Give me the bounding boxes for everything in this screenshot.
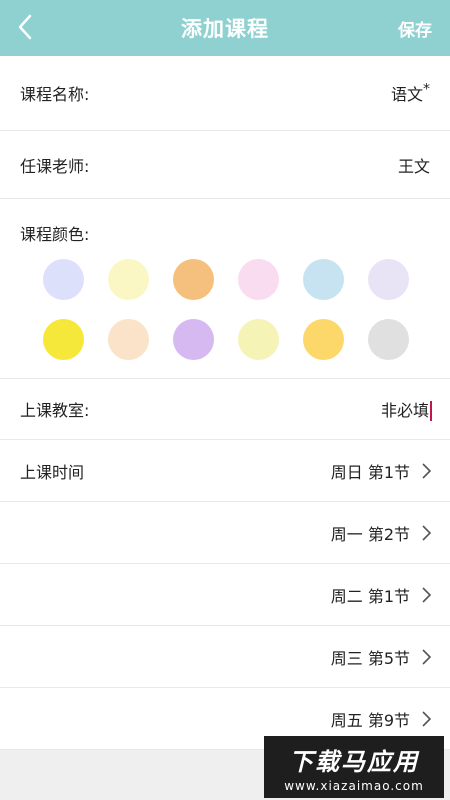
time-entry-text: 周二 第1节	[331, 583, 410, 607]
color-swatch[interactable]	[173, 319, 214, 360]
classroom-row[interactable]: 上课教室: 非必填	[0, 379, 450, 440]
time-label: 上课时间	[20, 462, 85, 482]
time-day: 周一	[330, 524, 363, 544]
color-swatch[interactable]	[303, 259, 344, 300]
chevron-right-icon	[422, 586, 432, 603]
time-day: 周五	[330, 710, 363, 730]
app-header: 添加课程 保存	[0, 0, 450, 56]
time-day: 周二	[330, 586, 363, 606]
course-color-label: 课程颜色:	[20, 225, 90, 244]
time-day: 周三	[330, 648, 363, 668]
time-entry-text: 周一 第2节	[331, 521, 410, 545]
back-button[interactable]	[10, 12, 40, 42]
watermark-logo: 下载马应用 www.xiazaimao.com	[264, 736, 444, 798]
watermark-sub: www.xiazaimao.com	[284, 778, 424, 793]
color-swatch[interactable]	[238, 319, 279, 360]
time-day: 周日	[330, 462, 363, 482]
course-color-row: 课程颜色:	[0, 199, 450, 379]
course-name-field[interactable]: 语文*	[391, 81, 430, 105]
chevron-right-icon	[422, 648, 432, 665]
required-mark: *	[423, 81, 430, 98]
time-row-1[interactable]: 上课时间 周日 第1节	[0, 440, 450, 502]
watermark-main: 下载马应用	[289, 747, 419, 776]
chevron-right-icon	[422, 524, 432, 541]
page-title: 添加课程	[181, 17, 269, 41]
color-swatch[interactable]	[238, 259, 279, 300]
course-name-value: 语文	[390, 85, 423, 104]
course-name-row[interactable]: 课程名称: 语文*	[0, 56, 450, 131]
save-button[interactable]: 保存	[398, 16, 432, 41]
chevron-left-icon	[18, 14, 32, 40]
time-period: 第2节	[367, 524, 410, 544]
color-swatch[interactable]	[173, 259, 214, 300]
teacher-field[interactable]: 王文	[398, 153, 430, 177]
classroom-input[interactable]: 非必填	[381, 397, 432, 422]
time-period: 第1节	[367, 462, 410, 482]
time-period: 第5节	[367, 648, 410, 668]
time-row-3[interactable]: 周二 第1节	[0, 564, 450, 626]
time-row-4[interactable]: 周三 第5节	[0, 626, 450, 688]
classroom-label: 上课教室:	[20, 401, 90, 420]
time-period: 第1节	[367, 586, 410, 606]
color-swatch[interactable]	[108, 259, 149, 300]
color-swatch[interactable]	[43, 259, 84, 300]
chevron-right-icon	[422, 462, 432, 479]
teacher-row[interactable]: 任课老师: 王文	[0, 131, 450, 199]
color-swatch[interactable]	[108, 319, 149, 360]
time-period: 第9节	[367, 710, 410, 730]
classroom-placeholder: 非必填	[380, 400, 429, 420]
time-entry-text: 周五 第9节	[331, 707, 410, 731]
color-swatch[interactable]	[303, 319, 344, 360]
color-swatch[interactable]	[43, 319, 84, 360]
time-entry-text: 周三 第5节	[331, 645, 410, 669]
teacher-label: 任课老师:	[20, 156, 90, 176]
course-name-label: 课程名称:	[20, 85, 90, 104]
time-entry-text: 周日 第1节	[331, 459, 410, 483]
time-row-2[interactable]: 周一 第2节	[0, 502, 450, 564]
text-cursor	[430, 401, 432, 422]
chevron-right-icon	[422, 710, 432, 727]
color-swatch[interactable]	[368, 259, 409, 300]
color-swatch[interactable]	[368, 319, 409, 360]
